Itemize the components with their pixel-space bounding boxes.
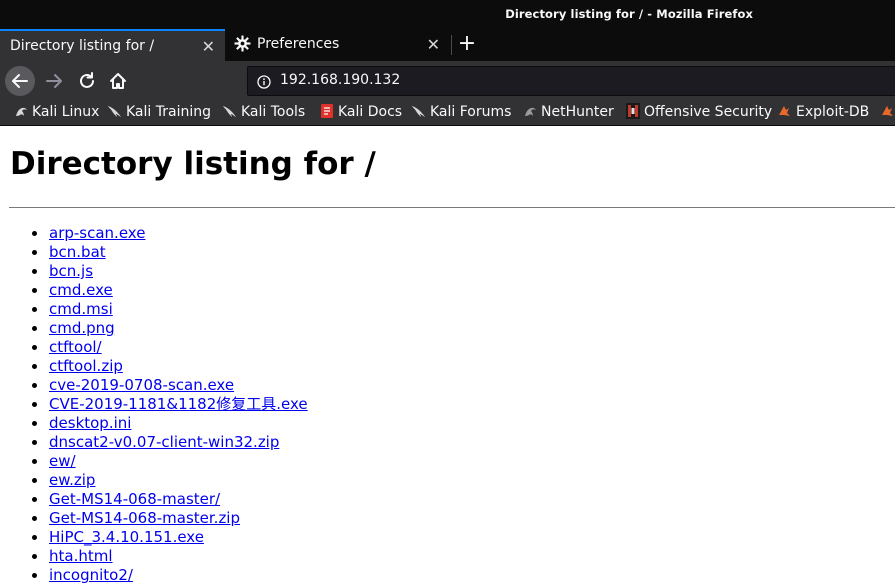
page-heading: Directory listing for / <box>10 146 376 182</box>
back-arrow-icon <box>12 74 28 88</box>
home-button[interactable] <box>103 66 133 96</box>
list-item: Get-MS14-068-master.zip <box>0 509 308 528</box>
home-icon <box>110 73 126 89</box>
file-link[interactable]: CVE-2019-1181&1182修复工具.exe <box>49 395 308 413</box>
file-link[interactable]: bcn.bat <box>49 243 106 261</box>
file-link[interactable]: cmd.png <box>49 319 115 337</box>
file-link[interactable]: incognito2/ <box>49 566 133 584</box>
bookmark-overflow-icon[interactable] <box>880 103 895 120</box>
bookmark-label: Kali Tools <box>241 104 306 120</box>
forward-button[interactable] <box>39 66 69 96</box>
list-item: ctftool.zip <box>0 357 308 376</box>
tab-label: Directory listing for / <box>10 38 155 54</box>
list-item: cmd.png <box>0 319 308 338</box>
tab-label: Preferences <box>257 36 340 52</box>
list-item: ew.zip <box>0 471 308 490</box>
close-icon[interactable]: ✕ <box>427 35 440 54</box>
kali-dragon-icon <box>222 103 238 119</box>
url-text[interactable]: 192.168.190.132 <box>280 72 400 88</box>
file-link[interactable]: cve-2019-0708-scan.exe <box>49 376 234 394</box>
reload-button[interactable] <box>72 66 102 96</box>
file-link[interactable]: ctftool.zip <box>49 357 123 375</box>
tab-separator <box>451 35 452 55</box>
bookmark-label: Offensive Security <box>644 104 773 120</box>
exploit-db-icon <box>777 103 793 119</box>
list-item: cve-2019-0708-scan.exe <box>0 376 308 395</box>
nethunter-icon <box>522 103 538 119</box>
list-item: CVE-2019-1181&1182修复工具.exe <box>0 395 308 414</box>
info-icon[interactable] <box>257 74 271 89</box>
bookmark-label: Kali Linux <box>32 104 100 120</box>
list-item: HiPC_3.4.10.151.exe <box>0 528 308 547</box>
file-link[interactable]: ew.zip <box>49 471 95 489</box>
list-item: ew/ <box>0 452 308 471</box>
bookmark-kali-docs[interactable]: Kali Docs <box>319 103 402 120</box>
bookmark-label: Exploit-DB <box>796 104 870 120</box>
exploit-db-icon <box>880 103 895 119</box>
bookmark-label: Kali Docs <box>338 104 403 120</box>
file-link[interactable]: dnscat2-v0.07-client-win32.zip <box>49 433 279 451</box>
list-item: bcn.js <box>0 262 308 281</box>
close-icon[interactable]: ✕ <box>202 37 215 56</box>
bookmark-kali-training[interactable]: Kali Training <box>107 103 211 120</box>
back-button[interactable] <box>5 66 35 96</box>
forward-arrow-icon <box>46 74 62 88</box>
list-item: bcn.bat <box>0 243 308 262</box>
tab-strip: Directory listing for / ✕ Preferences ✕ <box>0 29 895 61</box>
bookmark-label: Kali Forums <box>430 104 512 120</box>
window-titlebar: Directory listing for / - Mozilla Firefo… <box>0 0 895 29</box>
bookmark-kali-forums[interactable]: Kali Forums <box>411 103 511 120</box>
window-title: Directory listing for / - Mozilla Firefo… <box>505 7 753 21</box>
kali-dragon-icon <box>13 103 29 119</box>
file-link[interactable]: cmd.msi <box>49 300 113 318</box>
file-link[interactable]: Get-MS14-068-master.zip <box>49 509 240 527</box>
bookmarks-toolbar: Kali Linux Kali Training Kali Tools Kali… <box>0 101 895 126</box>
list-item: incognito2/ <box>0 566 308 585</box>
bookmark-kali-tools[interactable]: Kali Tools <box>222 103 305 120</box>
bookmark-nethunter[interactable]: NetHunter <box>522 103 614 120</box>
bookmark-label: Kali Training <box>126 104 211 120</box>
list-item: dnscat2-v0.07-client-win32.zip <box>0 433 308 452</box>
reload-icon <box>80 72 94 88</box>
kali-dragon-icon <box>411 103 427 119</box>
file-link[interactable]: desktop.ini <box>49 414 131 432</box>
list-item: desktop.ini <box>0 414 308 433</box>
bookmark-kali-linux[interactable]: Kali Linux <box>13 103 99 120</box>
file-list: arp-scan.exe bcn.bat bcn.js cmd.exe cmd.msi c… <box>0 224 308 585</box>
list-item: Get-MS14-068-master/ <box>0 490 308 509</box>
tab-directory-listing[interactable]: Directory listing for / ✕ <box>0 29 225 61</box>
list-item: hta.html <box>0 547 308 566</box>
file-link[interactable]: ctftool/ <box>49 338 102 356</box>
file-link[interactable]: ew/ <box>49 452 76 470</box>
divider <box>9 207 895 208</box>
tab-preferences[interactable]: Preferences ✕ <box>226 29 450 61</box>
list-item: arp-scan.exe <box>0 224 308 243</box>
url-bar[interactable]: 192.168.190.132 <box>247 66 895 96</box>
list-item: ctftool/ <box>0 338 308 357</box>
offsec-icon <box>625 103 641 119</box>
bookmark-label: NetHunter <box>541 104 614 120</box>
bookmark-offensive-security[interactable]: Offensive Security <box>625 103 772 120</box>
file-link[interactable]: bcn.js <box>49 262 93 280</box>
file-link[interactable]: cmd.exe <box>49 281 113 299</box>
new-tab-button[interactable]: + <box>455 29 479 61</box>
file-link[interactable]: arp-scan.exe <box>49 224 145 242</box>
kali-docs-icon <box>319 103 335 119</box>
file-link[interactable]: HiPC_3.4.10.151.exe <box>49 528 204 546</box>
file-link[interactable]: hta.html <box>49 547 113 565</box>
kali-dragon-icon <box>107 103 123 119</box>
gear-icon <box>234 35 251 52</box>
file-link[interactable]: Get-MS14-068-master/ <box>49 490 220 508</box>
list-item: cmd.msi <box>0 300 308 319</box>
page-content: Directory listing for / arp-scan.exe bcn.… <box>0 126 895 587</box>
list-item: cmd.exe <box>0 281 308 300</box>
bookmark-exploit-db[interactable]: Exploit-DB <box>777 103 869 120</box>
